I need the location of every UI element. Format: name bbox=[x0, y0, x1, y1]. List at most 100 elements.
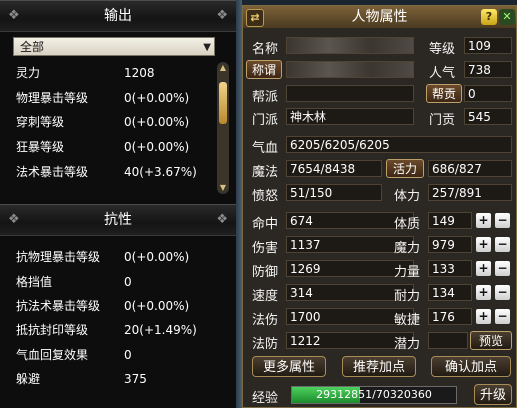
defense-label: 防御 bbox=[252, 265, 279, 280]
preview-button[interactable]: 预览 bbox=[470, 331, 512, 350]
recommend-points-button[interactable]: 推荐加点 bbox=[342, 356, 416, 377]
stat-row: 躲避 375 bbox=[16, 370, 212, 388]
stat-value: 0(+0.00%) bbox=[124, 140, 190, 154]
window-titlebar[interactable]: ⇄ 人物属性 ? ✕ bbox=[243, 6, 516, 28]
scroll-up-icon[interactable]: ▲ bbox=[217, 62, 229, 74]
name-field bbox=[286, 37, 414, 54]
magic-label: 魔力 bbox=[394, 241, 421, 256]
mp-value: 7654/8438 bbox=[286, 160, 382, 177]
magic-value: 979 bbox=[428, 236, 472, 253]
constitution-value: 149 bbox=[428, 212, 472, 229]
strength-label: 力量 bbox=[394, 265, 421, 280]
add-agility-button[interactable]: + bbox=[476, 309, 491, 324]
stat-label: 抗法术暴击等级 bbox=[16, 299, 101, 313]
ornament-icon: ❖ bbox=[8, 8, 20, 23]
mp-label: 魔法 bbox=[252, 165, 279, 180]
strength-value: 133 bbox=[428, 260, 472, 277]
stat-label: 抵抗封印等级 bbox=[16, 323, 89, 337]
upgrade-button[interactable]: 升级 bbox=[474, 384, 512, 405]
exp-bar: 29312851/70320360 bbox=[291, 386, 457, 404]
attribute-detail-panel: ❖ 输出 ❖ 全部 ▼ 灵力 1208 物理暴击等级 0(+0.00%) 穿刺等… bbox=[0, 0, 236, 408]
character-attributes-window: ⇄ 人物属性 ? ✕ 名称 等级 109 称谓 人气 738 帮派 帮贡 0 门… bbox=[242, 5, 517, 408]
stat-label: 狂暴等级 bbox=[16, 140, 65, 154]
ornament-icon: ❖ bbox=[8, 212, 20, 227]
stat-row: 穿刺等级 0(+0.00%) bbox=[16, 113, 212, 131]
scrollbar[interactable]: ▲ ▼ bbox=[217, 62, 229, 194]
sect-label: 门派 bbox=[252, 113, 279, 128]
stat-row: 抵抗封印等级 20(+1.49%) bbox=[16, 321, 212, 339]
stat-label: 气血回复效果 bbox=[16, 348, 89, 362]
sect-contrib-label: 门贡 bbox=[429, 113, 456, 128]
title-button[interactable]: 称谓 bbox=[246, 60, 282, 79]
sect-value: 神木林 bbox=[286, 108, 414, 125]
output-header: ❖ 输出 ❖ bbox=[0, 0, 236, 32]
stamina-value: 257/891 bbox=[428, 184, 512, 201]
more-attributes-button[interactable]: 更多属性 bbox=[252, 356, 326, 377]
stat-row: 物理暴击等级 0(+0.00%) bbox=[16, 89, 212, 107]
category-dropdown[interactable]: 全部 ▼ bbox=[13, 37, 215, 56]
spell-defense-label: 法防 bbox=[252, 337, 279, 352]
stat-row: 灵力 1208 bbox=[16, 64, 212, 82]
remove-agility-button[interactable]: − bbox=[495, 309, 510, 324]
contribution-button[interactable]: 帮贡 bbox=[426, 84, 462, 103]
exp-value: 29312851/70320360 bbox=[316, 388, 432, 401]
name-label: 名称 bbox=[252, 42, 279, 57]
stat-row: 法术暴击等级 40(+3.67%) bbox=[16, 163, 212, 181]
stat-row: 格挡值 0 bbox=[16, 273, 212, 291]
remove-magic-button[interactable]: − bbox=[495, 237, 510, 252]
contribution-value: 0 bbox=[464, 85, 512, 102]
stat-value: 0 bbox=[124, 275, 132, 289]
vitality-button[interactable]: 活力 bbox=[386, 159, 424, 178]
stat-label: 灵力 bbox=[16, 66, 41, 80]
scroll-down-icon[interactable]: ▼ bbox=[217, 182, 229, 194]
vitality-value: 686/827 bbox=[428, 160, 512, 177]
resist-header-label: 抗性 bbox=[104, 212, 132, 228]
popularity-value: 738 bbox=[464, 61, 512, 78]
stat-label: 躲避 bbox=[16, 372, 41, 386]
speed-label: 速度 bbox=[252, 289, 279, 304]
agility-label: 敏捷 bbox=[394, 313, 421, 328]
confirm-points-button[interactable]: 确认加点 bbox=[431, 356, 511, 377]
agility-value: 176 bbox=[428, 308, 472, 325]
stat-value: 0(+0.00%) bbox=[124, 115, 190, 129]
window-title: 人物属性 bbox=[351, 9, 408, 25]
hp-label: 气血 bbox=[252, 141, 279, 156]
anger-label: 愤怒 bbox=[252, 189, 279, 204]
stat-label: 抗物理暴击等级 bbox=[16, 250, 101, 264]
stamina-label: 体力 bbox=[394, 189, 421, 204]
add-strength-button[interactable]: + bbox=[476, 261, 491, 276]
stat-row: 抗物理暴击等级 0(+0.00%) bbox=[16, 248, 212, 266]
help-icon[interactable]: ? bbox=[481, 9, 497, 25]
exp-label: 经验 bbox=[252, 391, 279, 406]
stat-value: 0 bbox=[124, 348, 132, 362]
category-dropdown-value: 全部 bbox=[20, 40, 45, 54]
add-endurance-button[interactable]: + bbox=[476, 285, 491, 300]
faction-field bbox=[286, 85, 414, 102]
ornament-icon: ❖ bbox=[216, 8, 228, 23]
spell-damage-label: 法伤 bbox=[252, 313, 279, 328]
add-constitution-button[interactable]: + bbox=[476, 213, 491, 228]
stat-label: 法术暴击等级 bbox=[16, 165, 89, 179]
resist-header: ❖ 抗性 ❖ bbox=[0, 204, 236, 236]
stat-label: 物理暴击等级 bbox=[16, 91, 89, 105]
endurance-label: 耐力 bbox=[394, 289, 421, 304]
remove-strength-button[interactable]: − bbox=[495, 261, 510, 276]
potential-value bbox=[428, 332, 468, 349]
scroll-thumb[interactable] bbox=[219, 82, 227, 124]
faction-label: 帮派 bbox=[252, 90, 279, 105]
stat-row: 抗法术暴击等级 0(+0.00%) bbox=[16, 297, 212, 315]
hp-value: 6205/6205/6205 bbox=[286, 136, 512, 153]
output-header-label: 输出 bbox=[104, 8, 132, 24]
constitution-label: 体质 bbox=[394, 217, 421, 232]
add-magic-button[interactable]: + bbox=[476, 237, 491, 252]
ornament-icon: ❖ bbox=[216, 212, 228, 227]
remove-constitution-button[interactable]: − bbox=[495, 213, 510, 228]
close-icon[interactable]: ✕ bbox=[499, 9, 515, 25]
hit-label: 命中 bbox=[252, 217, 279, 232]
level-value: 109 bbox=[464, 37, 512, 54]
endurance-value: 134 bbox=[428, 284, 472, 301]
sect-contrib-value: 545 bbox=[464, 108, 512, 125]
chevron-down-icon[interactable]: ▼ bbox=[203, 38, 211, 57]
stat-value: 40(+3.67%) bbox=[124, 165, 197, 179]
remove-endurance-button[interactable]: − bbox=[495, 285, 510, 300]
